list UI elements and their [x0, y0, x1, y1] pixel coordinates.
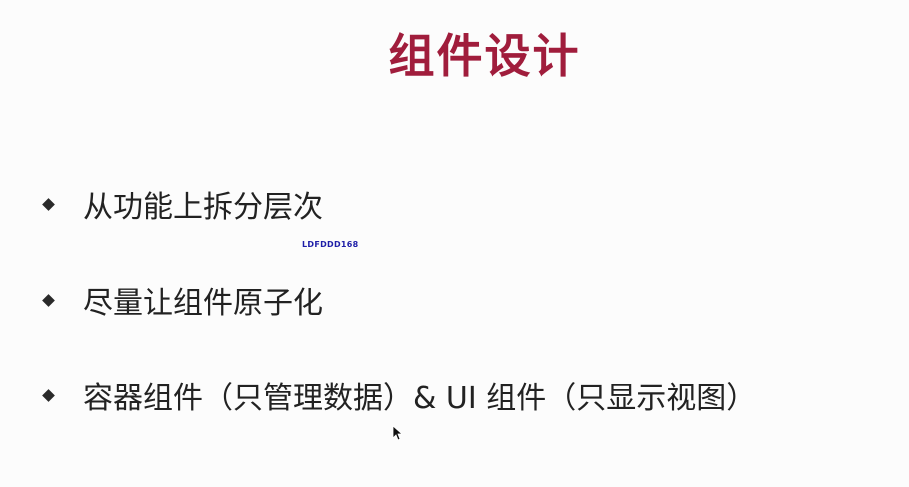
- bullet-text: 尽量让组件原子化: [83, 286, 323, 321]
- bullet-item-3: 容器组件（只管理数据）& UI 组件（只显示视图）: [42, 373, 757, 417]
- slide: 组件设计 从功能上拆分层次 LDFDDD168 尽量让组件原子化 容器组件（只管…: [0, 0, 909, 487]
- bullet-item-2: 尽量让组件原子化: [42, 278, 323, 322]
- bullet-text: 从功能上拆分层次: [83, 190, 323, 225]
- diamond-bullet-icon: [42, 293, 55, 307]
- diamond-bullet-icon: [42, 197, 55, 211]
- bullet-item-1: 从功能上拆分层次: [42, 182, 323, 226]
- bullet-text: 容器组件（只管理数据）& UI 组件（只显示视图）: [83, 381, 757, 416]
- watermark-text: LDFDDD168: [302, 240, 359, 249]
- diamond-bullet-icon: [42, 388, 55, 402]
- slide-title: 组件设计: [388, 29, 581, 83]
- mouse-pointer-icon: [392, 425, 402, 441]
